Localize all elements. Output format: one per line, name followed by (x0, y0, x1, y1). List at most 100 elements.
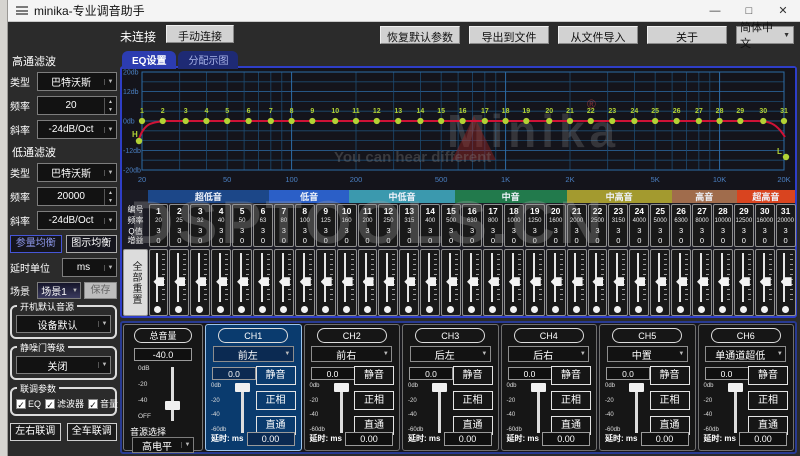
minimize-icon[interactable]: — (698, 0, 732, 22)
slider-thumb[interactable] (165, 401, 180, 410)
channel-gain-value[interactable]: 0.0 (508, 367, 552, 380)
slider-thumb[interactable] (676, 277, 687, 286)
eq-point-25[interactable] (652, 118, 658, 124)
band-frequency-value[interactable]: 4000 (630, 217, 648, 226)
slider-thumb[interactable] (432, 383, 447, 392)
eq-point-4[interactable] (203, 118, 209, 124)
band-bypass-dot[interactable] (426, 306, 433, 313)
channel-gain-value[interactable]: 0.0 (311, 367, 355, 380)
slider-track[interactable] (734, 385, 737, 433)
delay-value[interactable]: 0.00 (247, 432, 295, 446)
phase-button[interactable]: 正相 (453, 391, 493, 410)
slider-thumb[interactable] (300, 277, 311, 286)
channel-button[interactable]: CH6 (711, 328, 781, 343)
lpf-slope-select[interactable]: -24dB/Oct▼ (37, 211, 117, 230)
band-bypass-dot[interactable] (405, 306, 412, 313)
band-q-value[interactable]: 3 (484, 226, 502, 236)
channel-button[interactable]: CH1 (218, 328, 288, 343)
slider-thumb[interactable] (334, 383, 349, 392)
scene-select[interactable]: 场景1▼ (37, 282, 81, 299)
band-gain-slider[interactable] (399, 249, 419, 316)
band-gain-value[interactable]: 0 (442, 236, 460, 246)
band-q-value[interactable]: 3 (589, 226, 607, 236)
slider-thumb[interactable] (634, 277, 645, 286)
band-gain-value[interactable]: 0 (505, 236, 523, 246)
channel-gain-slider[interactable]: 0db-20-40-60db (605, 383, 651, 435)
slider-track[interactable] (438, 385, 441, 433)
slider-thumb[interactable] (728, 383, 743, 392)
band-frequency-value[interactable]: 800 (484, 217, 502, 226)
band-bypass-dot[interactable] (154, 306, 161, 313)
band-frequency-value[interactable]: 40 (212, 217, 230, 226)
band-gain-value[interactable]: 0 (463, 236, 481, 246)
band-frequency-value[interactable]: 2000 (568, 217, 586, 226)
band-gain-slider[interactable] (378, 249, 398, 316)
eq-point-26[interactable] (674, 118, 680, 124)
manual-connect-button[interactable]: 手动连接 (166, 25, 234, 43)
band-gain-value[interactable]: 0 (275, 236, 293, 246)
band-gain-value[interactable]: 0 (630, 236, 648, 246)
band-gain-value[interactable]: 0 (672, 236, 690, 246)
band-bypass-dot[interactable] (364, 306, 371, 313)
link-left-right-button[interactable]: 左右联调 (10, 423, 61, 441)
channel-gain-value[interactable]: 0.0 (606, 367, 650, 380)
band-q-value[interactable]: 3 (463, 226, 481, 236)
eq-point-18[interactable] (502, 118, 508, 124)
export-file-button[interactable]: 导出到文件 (469, 26, 549, 44)
band-q-value[interactable]: 3 (526, 226, 544, 236)
band-bypass-dot[interactable] (280, 306, 287, 313)
slider-track[interactable] (537, 385, 540, 433)
band-frequency-value[interactable]: 32 (191, 217, 209, 226)
checkbox-volume[interactable]: ✓ (88, 399, 98, 409)
mute-button[interactable]: 静音 (354, 366, 394, 385)
band-gain-slider[interactable] (190, 249, 210, 316)
import-file-button[interactable]: 从文件导入 (558, 26, 638, 44)
band-gain-slider[interactable] (650, 249, 670, 316)
band-q-value[interactable]: 3 (338, 226, 356, 236)
band-bypass-dot[interactable] (510, 306, 517, 313)
band-bypass-dot[interactable] (322, 306, 329, 313)
band-gain-slider[interactable] (504, 249, 524, 316)
band-q-value[interactable]: 3 (170, 226, 188, 236)
mute-button[interactable]: 静音 (256, 366, 296, 385)
band-gain-slider[interactable] (441, 249, 461, 316)
eq-point-21[interactable] (567, 118, 573, 124)
band-q-value[interactable]: 3 (568, 226, 586, 236)
band-bypass-dot[interactable] (552, 306, 559, 313)
band-gain-slider[interactable] (671, 249, 691, 316)
band-gain-value[interactable]: 0 (547, 236, 565, 246)
eq-point-19[interactable] (523, 118, 529, 124)
channel-gain-slider[interactable]: 0db-20-40-60db (211, 383, 257, 435)
band-bypass-dot[interactable] (259, 306, 266, 313)
eq-point-30[interactable] (760, 118, 766, 124)
band-gain-slider[interactable] (713, 249, 733, 316)
band-q-value[interactable]: 3 (379, 226, 397, 236)
band-gain-slider[interactable] (337, 249, 357, 316)
eq-point-6[interactable] (246, 118, 252, 124)
slider-thumb[interactable] (342, 277, 353, 286)
band-q-value[interactable]: 3 (442, 226, 460, 236)
phase-button[interactable]: 正相 (650, 391, 690, 410)
band-q-value[interactable]: 3 (359, 226, 377, 236)
band-frequency-value[interactable]: 400 (421, 217, 439, 226)
channel-gain-value[interactable]: 0.0 (409, 367, 453, 380)
source-select[interactable]: 高电平▼ (132, 437, 194, 453)
band-q-value[interactable]: 3 (547, 226, 565, 236)
slider-thumb[interactable] (425, 277, 436, 286)
band-frequency-value[interactable]: 250 (379, 217, 397, 226)
band-frequency-value[interactable]: 80 (275, 217, 293, 226)
band-gain-value[interactable]: 0 (609, 236, 627, 246)
slider-thumb[interactable] (781, 277, 792, 286)
band-bypass-dot[interactable] (677, 306, 684, 313)
band-gain-value[interactable]: 0 (568, 236, 586, 246)
band-q-value[interactable]: 3 (672, 226, 690, 236)
band-gain-slider[interactable] (295, 249, 315, 316)
delay-value[interactable]: 0.00 (739, 432, 787, 446)
band-frequency-value[interactable]: 2500 (589, 217, 607, 226)
band-bypass-dot[interactable] (343, 306, 350, 313)
spin-down-icon[interactable]: ▼ (105, 197, 116, 205)
slider-thumb[interactable] (697, 277, 708, 286)
slider-thumb[interactable] (718, 277, 729, 286)
slider-thumb[interactable] (174, 277, 185, 286)
eq-point-8[interactable] (288, 118, 294, 124)
